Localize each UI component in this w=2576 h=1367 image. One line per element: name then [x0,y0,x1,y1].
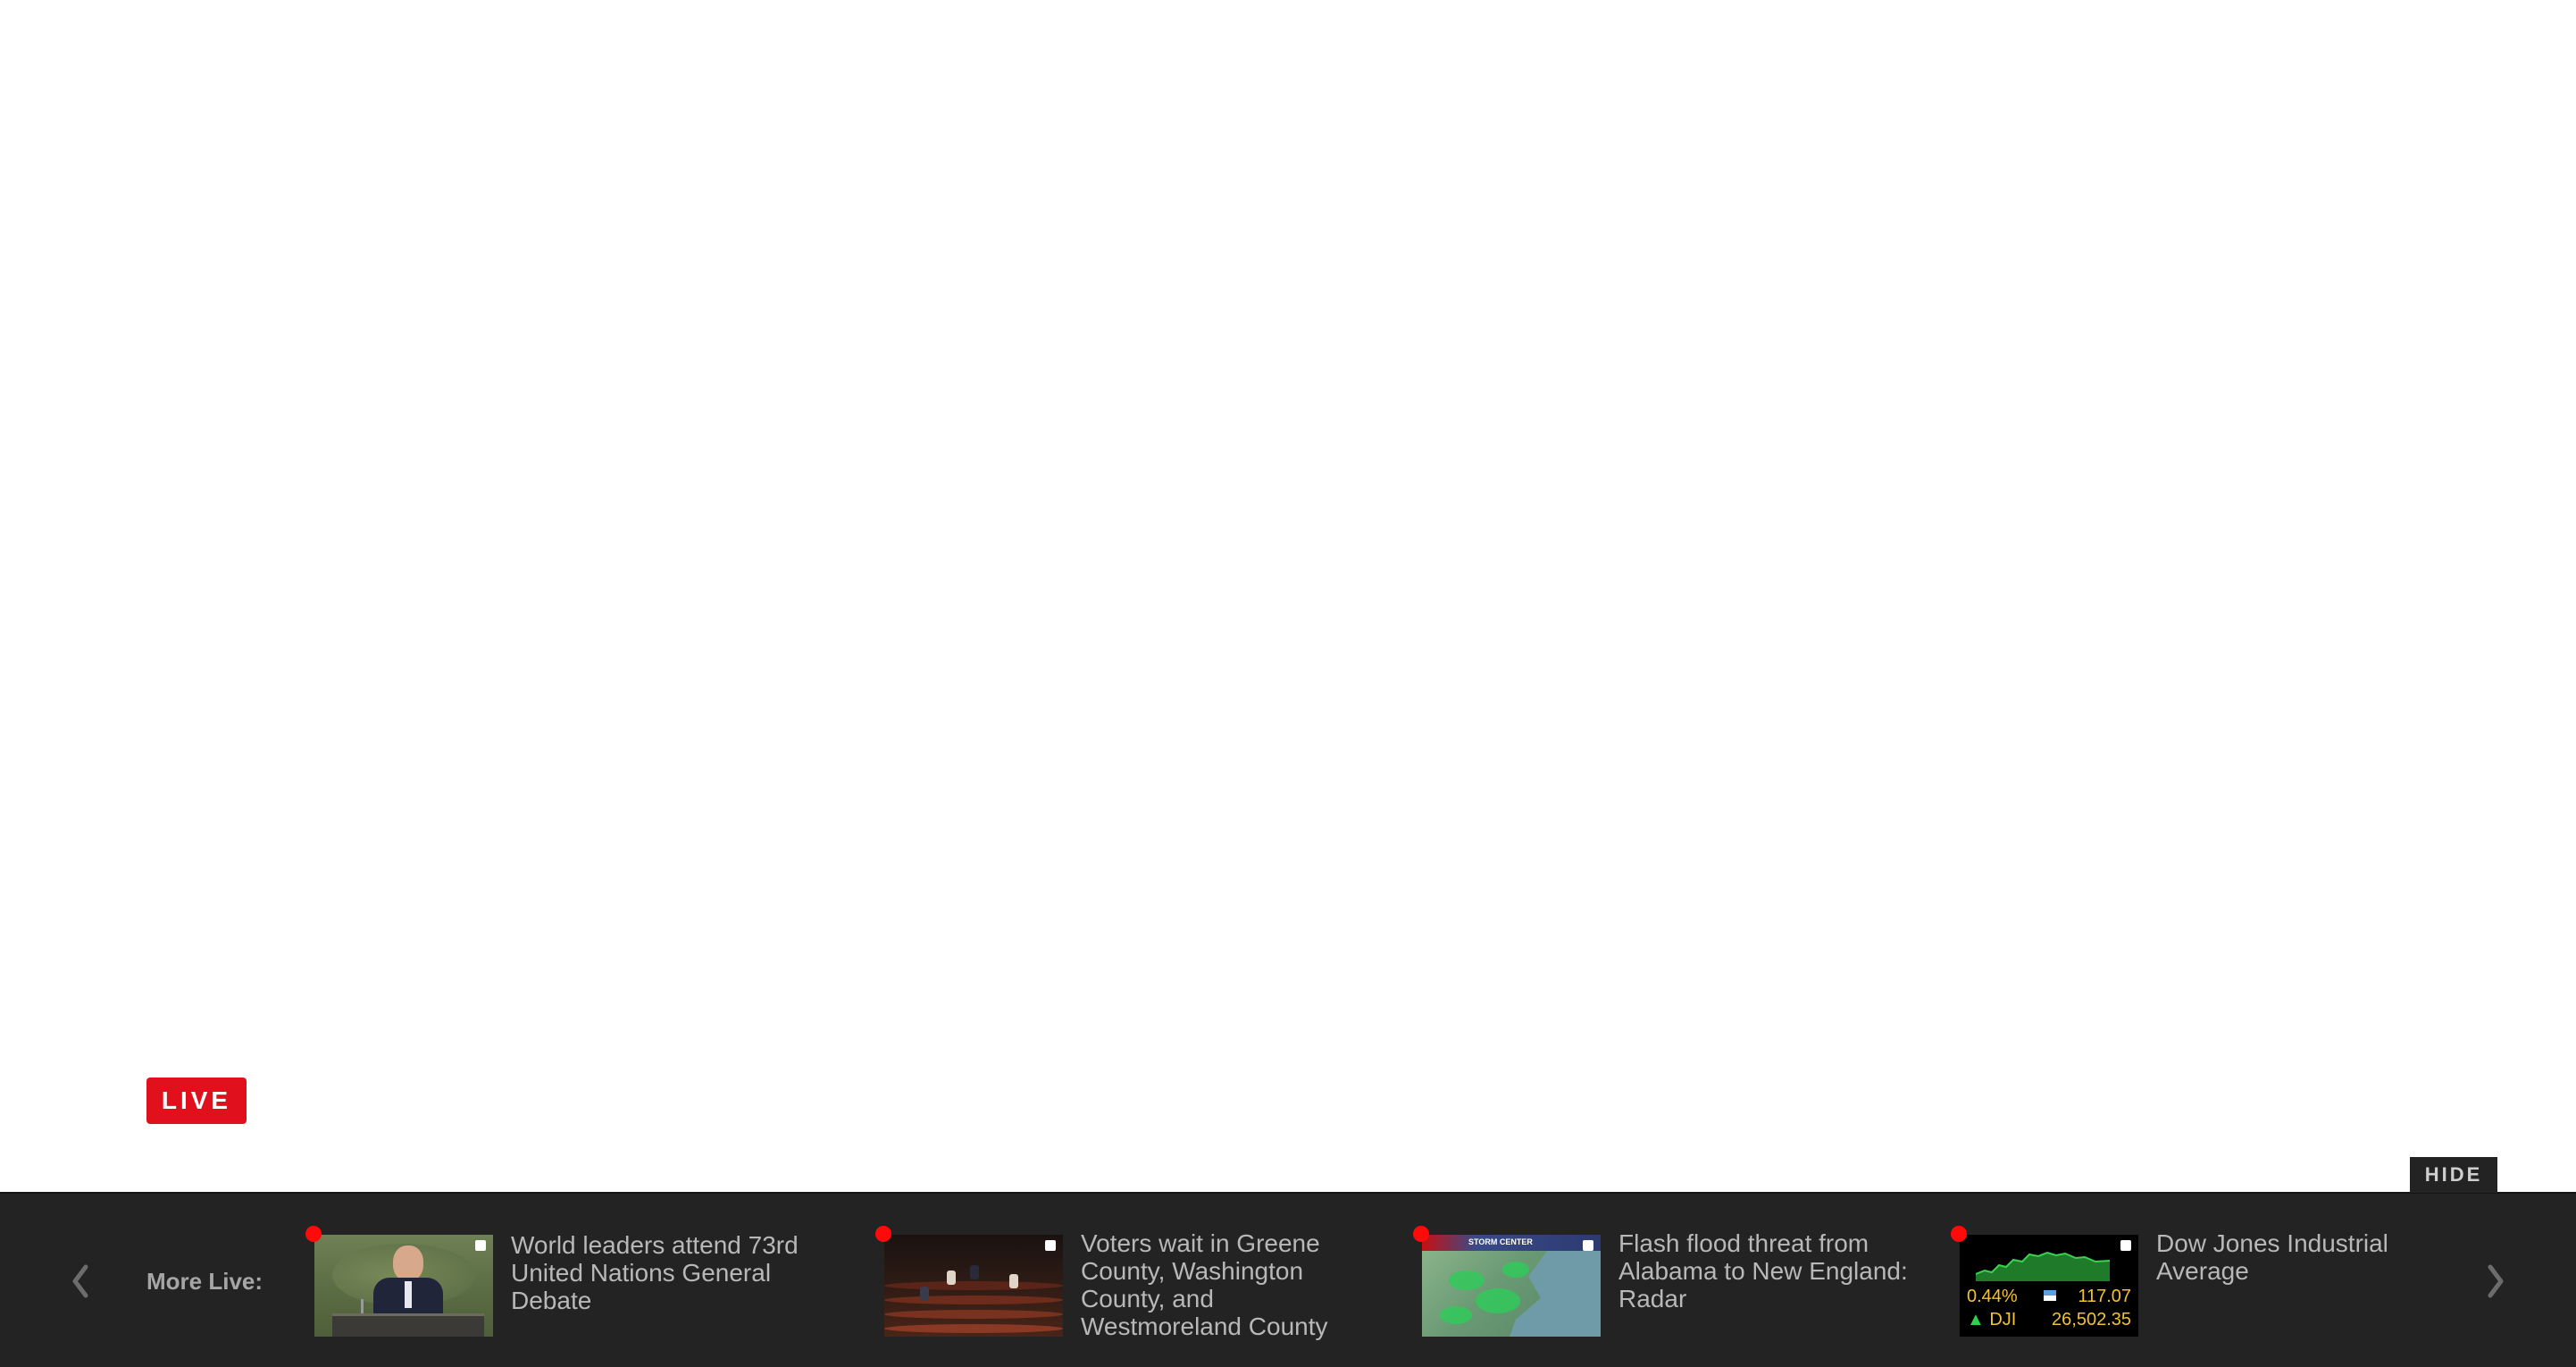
live-dot-icon [875,1226,891,1242]
thumb-header-text: STORM CENTER [1468,1237,1533,1246]
live-dot-icon [1413,1226,1429,1242]
index-value: 26,502.35 [2052,1310,2131,1329]
hide-button[interactable]: HIDE [2410,1157,2497,1193]
video-player[interactable] [0,0,2576,1192]
network-logo-icon [1583,1240,1593,1251]
live-dot-icon [305,1226,322,1242]
live-item-un-debate[interactable]: World leaders attend 73rd United Nations… [304,1226,840,1342]
item-title: Flash flood threat from Alabama to New E… [1618,1229,1908,1312]
item-title: World leaders attend 73rd United Nations… [511,1231,799,1314]
network-logo-icon [1045,1240,1056,1251]
point-change: 117.07 [2078,1287,2131,1306]
more-live-label: More Live: [146,1268,263,1295]
thumbnail [884,1235,1063,1337]
item-title: Voters wait in Greene County, Washington… [1081,1229,1328,1340]
ticker-symbol: DJI [1989,1310,2017,1329]
percent-change: 0.44% [1967,1287,2018,1306]
thumbnail: 0.44% 117.07 ▲ DJI 26,502.35 [1960,1235,2138,1337]
next-button[interactable] [2469,1247,2522,1315]
up-arrow-icon: ▲ [1967,1310,1985,1329]
live-item-flood-radar[interactable]: STORM CENTER Flash flood threat from Ala… [1411,1226,1947,1342]
live-dot-icon [1951,1226,1967,1242]
network-logo-icon [2120,1240,2131,1251]
thumbnail: STORM CENTER [1422,1235,1601,1337]
thumbnail [314,1235,493,1337]
market-sparkline [1976,1251,2110,1281]
network-logo-icon [475,1240,486,1251]
live-item-voters[interactable]: Voters wait in Greene County, Washington… [874,1226,1409,1342]
flag-icon [2044,1290,2056,1301]
previous-button[interactable] [54,1247,107,1315]
item-title: Dow Jones Industrial Average [2156,1229,2388,1285]
live-badge: LIVE [146,1078,247,1124]
chevron-right-icon [2488,1264,2504,1298]
live-item-dow-jones[interactable]: 0.44% 117.07 ▲ DJI 26,502.35 Dow Jones I… [1949,1226,2485,1342]
more-live-bar: More Live: World leaders attend 73rd Uni… [0,1192,2576,1367]
chevron-left-icon [72,1264,88,1298]
